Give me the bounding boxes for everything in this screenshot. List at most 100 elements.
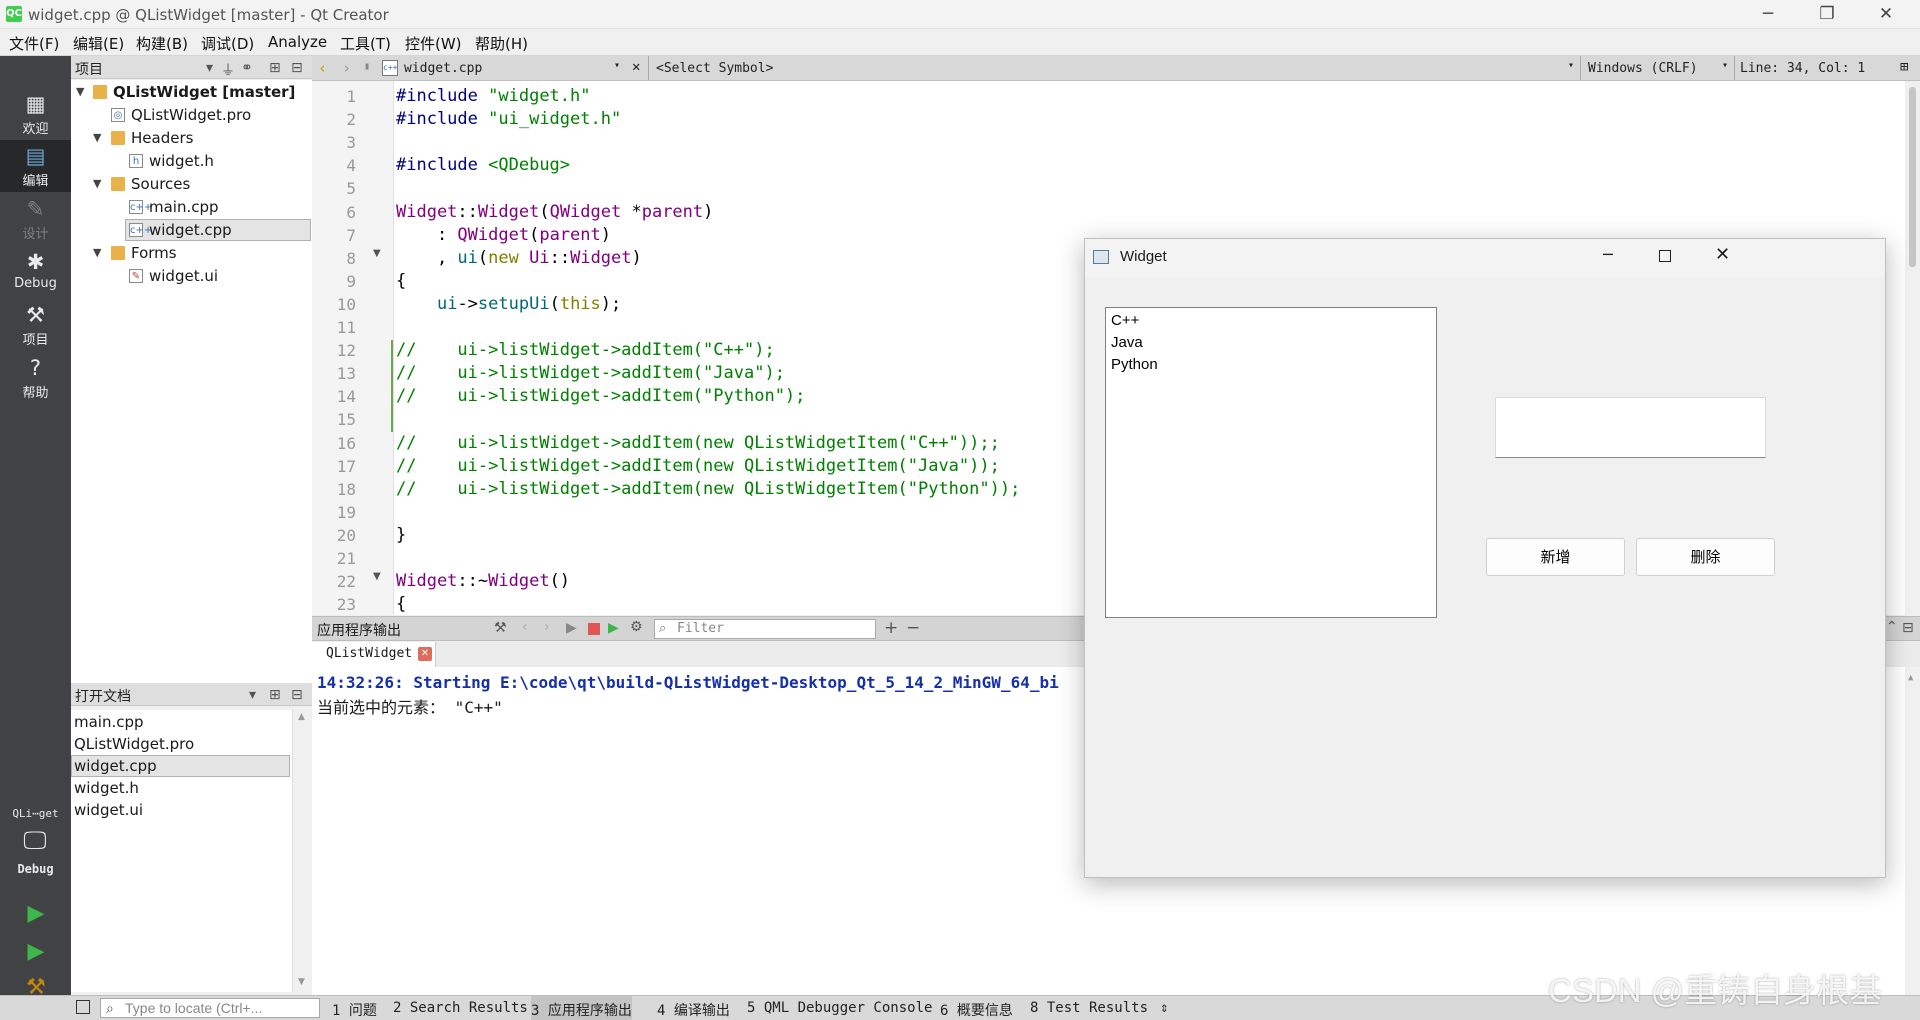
mode-welcome[interactable]: ▦ 欢迎 bbox=[0, 88, 71, 140]
tree-item-sources[interactable]: ▼ Sources bbox=[71, 173, 312, 196]
split-icon[interactable]: ⊞ bbox=[269, 60, 281, 76]
minimize-button[interactable]: ─ bbox=[1740, 0, 1796, 29]
list-widget[interactable]: C++ Java Python bbox=[1105, 307, 1437, 618]
debug-run-icon[interactable]: ▶ bbox=[22, 938, 50, 966]
maximize-button[interactable] bbox=[1659, 250, 1671, 262]
current-file-label[interactable]: widget.cpp bbox=[404, 61, 482, 76]
list-item[interactable]: Java bbox=[1111, 334, 1143, 351]
menu-controls[interactable]: 控件(W) bbox=[405, 33, 462, 54]
tree-item-headers[interactable]: ▼ Headers bbox=[71, 127, 312, 150]
line-ending-selector[interactable]: Windows (CRLF) bbox=[1588, 61, 1698, 76]
tree-item-pro-file[interactable]: ◎ QListWidget.pro bbox=[71, 104, 312, 127]
symbol-selector[interactable]: <Select Symbol> bbox=[656, 61, 773, 76]
list-item[interactable]: C++ bbox=[1111, 312, 1139, 329]
more-tabs-icon[interactable]: ⇕ bbox=[1160, 1000, 1168, 1016]
rerun-icon[interactable]: ▶ bbox=[566, 620, 577, 636]
close-button[interactable]: ✕ bbox=[1715, 244, 1730, 265]
delete-button[interactable]: 删除 bbox=[1636, 538, 1775, 576]
menu-file[interactable]: 文件(F) bbox=[9, 33, 59, 54]
mode-projects[interactable]: ⚒ 项目 bbox=[0, 299, 71, 351]
close-file-icon[interactable]: ✕ bbox=[632, 59, 640, 75]
attach-icon[interactable]: ⚒ bbox=[494, 620, 507, 636]
mode-help[interactable]: ? 帮助 bbox=[0, 352, 71, 404]
tree-item-widget-ui[interactable]: ✎ widget.ui bbox=[71, 265, 312, 288]
scrollbar-thumb[interactable] bbox=[1909, 87, 1916, 267]
dropdown-arrow-icon[interactable]: ▾ bbox=[206, 60, 213, 76]
mode-design[interactable]: ✎ 设计 bbox=[0, 193, 71, 245]
list-item[interactable]: main.cpp bbox=[74, 711, 144, 733]
menu-help[interactable]: 帮助(H) bbox=[475, 33, 528, 54]
menu-edit[interactable]: 编辑(E) bbox=[73, 33, 124, 54]
close-button[interactable]: ✕ bbox=[1858, 0, 1914, 29]
forward-arrow-icon[interactable]: › bbox=[342, 59, 351, 77]
close-panel-icon[interactable]: ⊟ bbox=[291, 687, 303, 703]
list-item[interactable]: widget.h bbox=[74, 777, 139, 799]
close-tab-icon[interactable]: ✕ bbox=[418, 647, 432, 661]
restore-button[interactable]: ❐ bbox=[1799, 0, 1855, 29]
symbol-dropdown-icon[interactable]: ▾ bbox=[1568, 60, 1574, 71]
cursor-position[interactable]: Line: 34, Col: 1 bbox=[1740, 61, 1865, 76]
split-icon[interactable]: ⊞ bbox=[269, 687, 281, 703]
back-arrow-icon[interactable]: ‹ bbox=[318, 59, 327, 77]
open-docs-scrollbar[interactable]: ▲ ▼ bbox=[292, 710, 312, 992]
tab-search-results[interactable]: 2 Search Results bbox=[393, 1000, 528, 1016]
tab-application-output[interactable]: 3 应用程序输出 bbox=[531, 996, 632, 1020]
tree-item-widget-cpp[interactable]: c++ widget.cpp bbox=[71, 219, 312, 242]
scroll-up-icon[interactable]: ▲ bbox=[1908, 673, 1913, 683]
next-icon[interactable]: › bbox=[544, 619, 550, 635]
tab-test-results[interactable]: 8 Test Results bbox=[1030, 1000, 1148, 1016]
list-item[interactable]: widget.ui bbox=[74, 799, 143, 821]
tab-issues[interactable]: 1 问题 bbox=[332, 1000, 377, 1020]
zoom-in-icon[interactable]: + bbox=[884, 618, 898, 638]
line-ending-dropdown-icon[interactable]: ▾ bbox=[1722, 60, 1728, 71]
prev-icon[interactable]: ‹ bbox=[522, 619, 528, 635]
filter-input[interactable]: ⌕ Filter bbox=[654, 619, 876, 639]
tab-general-messages[interactable]: 6 概要信息 bbox=[940, 1000, 1013, 1020]
locator-input[interactable]: ⌕ Type to locate (Ctrl+... bbox=[100, 998, 320, 1018]
settings-gear-icon[interactable]: ⚙ bbox=[630, 619, 643, 635]
filter-icon[interactable]: ⏚ bbox=[221, 60, 235, 80]
split-editor-icon[interactable]: ⊞ bbox=[1900, 59, 1908, 75]
chevron-down-icon[interactable]: ▼ bbox=[93, 242, 101, 264]
debug-run-icon[interactable]: ▶ bbox=[608, 620, 619, 636]
tree-item-widget-h[interactable]: h widget.h bbox=[71, 150, 312, 173]
zoom-out-icon[interactable]: − bbox=[906, 618, 920, 638]
close-panel-icon[interactable]: ⊟ bbox=[291, 60, 303, 76]
scroll-up-icon[interactable]: ▲ bbox=[298, 712, 305, 722]
tab-compile-output[interactable]: 4 编译输出 bbox=[657, 1000, 730, 1020]
tree-item-project[interactable]: ▼ QListWidget [master] bbox=[71, 81, 312, 104]
maximize-pane-icon[interactable]: ⌃ bbox=[1886, 619, 1898, 635]
tree-item-main-cpp[interactable]: c++ main.cpp bbox=[71, 196, 312, 219]
fold-marker-icon[interactable]: ▼ bbox=[373, 248, 381, 259]
file-dropdown-icon[interactable]: ▾ bbox=[614, 60, 620, 71]
fold-marker-icon[interactable]: ▼ bbox=[373, 571, 381, 582]
monitor-icon[interactable]: 🖵 bbox=[20, 826, 50, 856]
menu-debug[interactable]: 调试(D) bbox=[201, 33, 254, 54]
menu-build[interactable]: 构建(B) bbox=[136, 33, 188, 54]
close-pane-icon[interactable]: ⊟ bbox=[1902, 620, 1914, 636]
list-item[interactable]: QListWidget.pro bbox=[74, 733, 194, 755]
menu-analyze[interactable]: Analyze bbox=[268, 33, 327, 51]
chevron-down-icon[interactable]: ▼ bbox=[76, 81, 84, 103]
run-icon[interactable]: ▶ bbox=[22, 900, 50, 928]
scroll-down-icon[interactable]: ▼ bbox=[298, 977, 305, 987]
tab-qml-debugger[interactable]: 5 QML Debugger Console bbox=[747, 1000, 932, 1016]
mode-edit[interactable]: ▤ 编辑 bbox=[0, 140, 71, 192]
menu-tools[interactable]: 工具(T) bbox=[340, 33, 391, 54]
dropdown-arrow-icon[interactable]: ▾ bbox=[249, 687, 256, 703]
editor-scrollbar[interactable] bbox=[1905, 81, 1920, 615]
chevron-down-icon[interactable]: ▼ bbox=[93, 173, 101, 195]
list-item[interactable]: widget.cpp bbox=[74, 755, 157, 777]
list-item[interactable]: Python bbox=[1111, 356, 1158, 373]
output-scrollbar[interactable]: ▲ bbox=[1905, 667, 1920, 995]
mode-debug[interactable]: ✱ Debug bbox=[0, 246, 71, 298]
line-edit-input[interactable] bbox=[1495, 397, 1766, 458]
tab-qlistwidget[interactable]: QListWidget ✕ bbox=[312, 642, 436, 667]
stop-icon[interactable] bbox=[588, 623, 600, 635]
minimize-button[interactable]: ─ bbox=[1603, 245, 1613, 264]
chevron-down-icon[interactable]: ▼ bbox=[93, 127, 101, 149]
toggle-sidebar-icon[interactable] bbox=[76, 1000, 90, 1014]
add-button[interactable]: 新增 bbox=[1486, 538, 1625, 576]
tree-item-forms[interactable]: ▼ Forms bbox=[71, 242, 312, 265]
link-icon[interactable]: ⚭ bbox=[241, 60, 253, 76]
